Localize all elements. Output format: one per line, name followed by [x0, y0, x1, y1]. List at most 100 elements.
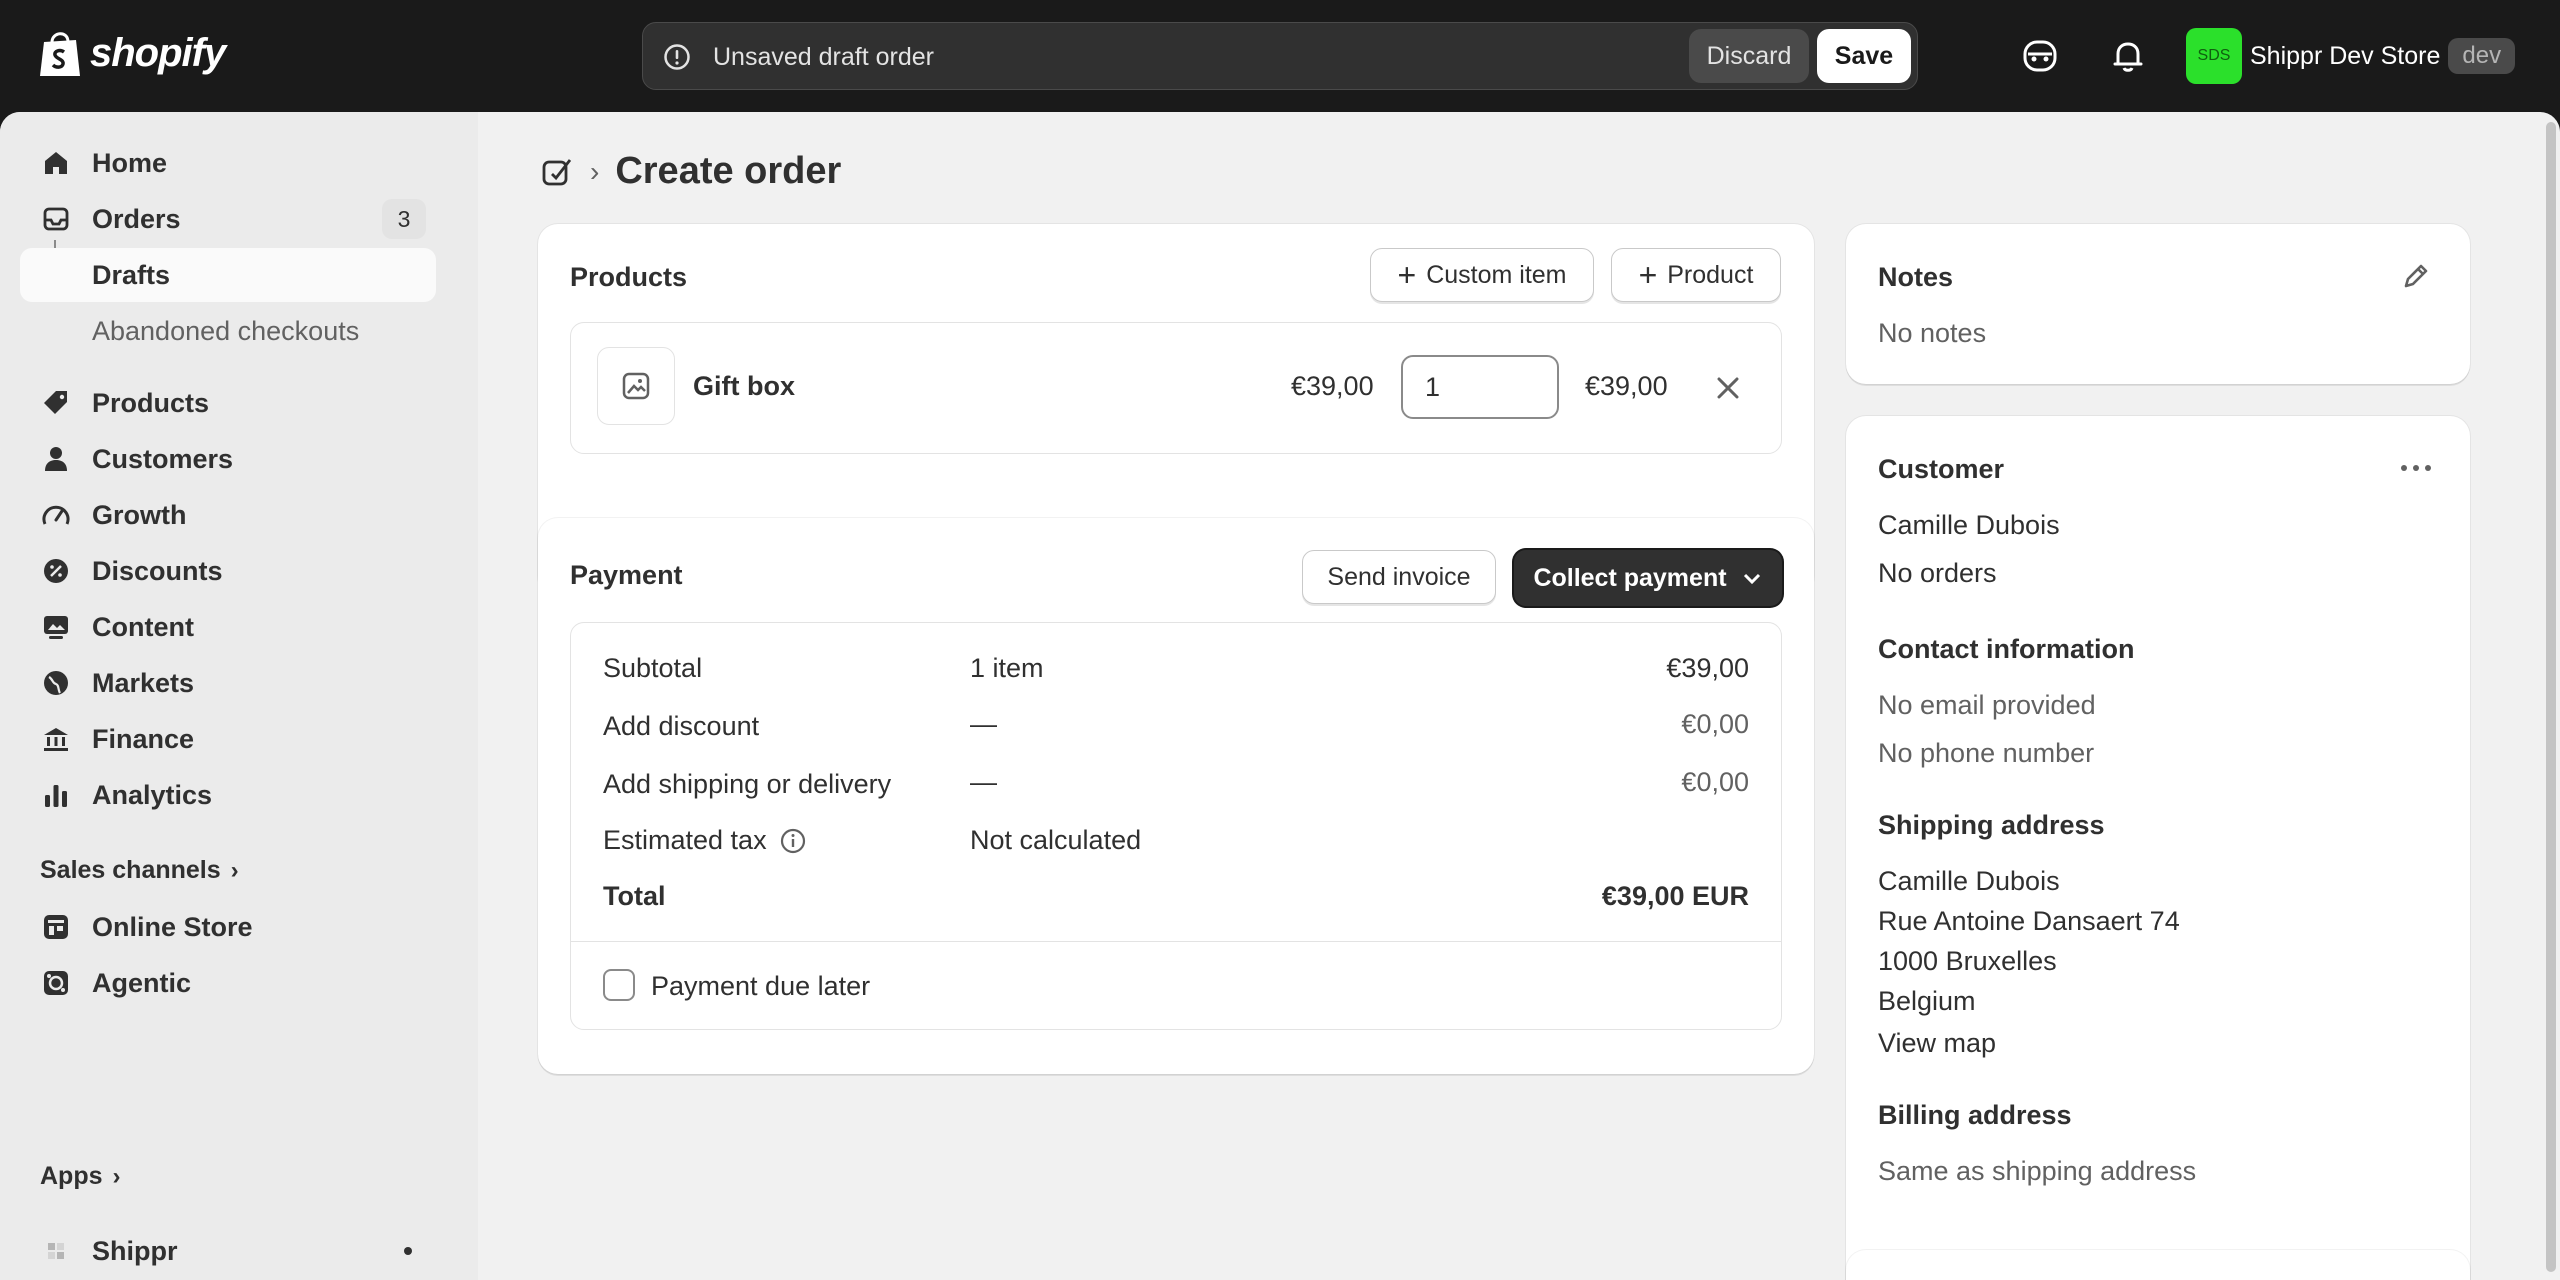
customer-title: Customer [1878, 454, 2005, 484]
contact-email: No email provided [1878, 690, 2096, 720]
close-icon[interactable] [1713, 373, 1743, 403]
notes-title: Notes [1878, 262, 1954, 292]
payment-summary: Subtotal 1 item €39,00 Add discount — €0… [570, 622, 1782, 1030]
bank-icon [44, 728, 68, 751]
sales-channels-heading[interactable]: Sales channels › [40, 856, 239, 885]
line-item-name[interactable]: Gift box [693, 371, 795, 402]
nav-orders[interactable]: Orders 3 [20, 192, 436, 246]
nav-content[interactable]: Content [20, 600, 436, 654]
store-avatar: SDS [2186, 28, 2242, 84]
add-shipping-link[interactable]: Add shipping or delivery [603, 769, 891, 800]
discount-value: €0,00 [1681, 709, 1749, 739]
sales-channels-label: Sales channels [40, 856, 221, 884]
nav-customers[interactable]: Customers [20, 432, 436, 486]
nav-analytics-label: Analytics [92, 779, 213, 810]
nav-home[interactable]: Home [20, 136, 436, 190]
customer-card: Customer Camille Dubois No orders Contac… [1846, 416, 2470, 1280]
nav-shippr-label: Shippr [92, 1235, 178, 1266]
tag-icon [44, 391, 67, 414]
send-invoice-button[interactable]: Send invoice [1302, 550, 1496, 604]
shipping-line: Belgium [1878, 986, 1976, 1016]
sidebar: Home Orders 3 Drafts Abandoned checkouts… [0, 112, 478, 1280]
custom-item-button[interactable]: + Custom item [1370, 248, 1594, 302]
view-map-link[interactable]: View map [1878, 1028, 1996, 1059]
page-title: Create order [615, 150, 842, 192]
payment-due-later-label[interactable]: Payment due later [651, 971, 870, 1002]
nav-home-label: Home [92, 147, 168, 178]
shopify-logo[interactable]: shopify [38, 28, 226, 78]
shipping-dash: — [970, 767, 997, 797]
more-horizontal-icon[interactable] [2398, 460, 2434, 476]
bell-icon[interactable] [2108, 36, 2148, 76]
nav-drafts-label: Drafts [92, 259, 171, 290]
nav-finance[interactable]: Finance [20, 712, 436, 766]
apps-heading[interactable]: Apps › [40, 1162, 121, 1191]
unsaved-message: Unsaved draft order [713, 43, 934, 71]
shipping-value: €0,00 [1681, 767, 1749, 797]
nav-content-label: Content [92, 611, 194, 642]
info-icon[interactable] [779, 827, 807, 855]
custom-item-label: Custom item [1426, 260, 1567, 289]
nav-analytics[interactable]: Analytics [20, 768, 436, 822]
collect-payment-button[interactable]: Collect payment [1514, 550, 1782, 606]
nav-markets[interactable]: Markets [20, 656, 436, 710]
product-label: Product [1667, 260, 1754, 289]
dev-badge: dev [2448, 38, 2516, 74]
quantity-input[interactable]: 1 [1401, 355, 1559, 419]
top-bar: shopify Unsaved draft order Discard Save… [0, 0, 2560, 112]
add-product-button[interactable]: + Product [1611, 248, 1781, 302]
estimated-tax-link[interactable]: Estimated tax [603, 825, 767, 856]
nav-products[interactable]: Products [20, 376, 436, 430]
person-icon [45, 447, 67, 471]
tax-status: Not calculated [970, 825, 1142, 855]
nav-finance-label: Finance [92, 723, 195, 754]
shipping-line: Camille Dubois [1878, 866, 2060, 896]
pencil-icon[interactable] [2400, 260, 2432, 292]
nav-shippr[interactable]: Shippr [20, 1224, 436, 1278]
customer-orders: No orders [1878, 558, 1997, 588]
collect-payment-label: Collect payment [1533, 563, 1727, 592]
pin-dot-icon[interactable] [404, 1247, 412, 1255]
page-scrollbar[interactable] [2546, 122, 2556, 1272]
add-discount-link[interactable]: Add discount [603, 711, 759, 742]
nav-customers-label: Customers [92, 443, 234, 474]
brand-name: shopify [90, 30, 226, 75]
sidekick-icon[interactable] [2020, 36, 2060, 76]
nav-growth[interactable]: Growth [20, 488, 436, 542]
contact-info-title: Contact information [1878, 634, 2135, 664]
nav-discounts-label: Discounts [92, 555, 223, 586]
shipping-address-title: Shipping address [1878, 810, 2105, 840]
orders-edit-icon[interactable] [540, 155, 574, 189]
nav-abandoned-checkouts[interactable]: Abandoned checkouts [20, 304, 436, 358]
payment-title: Payment [570, 560, 683, 590]
nav-online-store[interactable]: Online Store [20, 900, 436, 954]
discount-dash: — [970, 709, 997, 739]
subtotal-label: Subtotal [603, 653, 703, 683]
inbox-icon [43, 207, 69, 231]
nav-products-label: Products [92, 387, 210, 418]
save-button[interactable]: Save [1817, 29, 1911, 83]
main-frame: Home Orders 3 Drafts Abandoned checkouts… [0, 112, 2560, 1280]
customer-name-link[interactable]: Camille Dubois [1878, 510, 2060, 541]
nav-agentic[interactable]: Agentic [20, 956, 436, 1010]
payment-due-later-checkbox[interactable] [603, 969, 635, 1001]
store-switcher[interactable]: SDS Shippr Dev Store dev [2186, 28, 2516, 84]
product-thumbnail [597, 347, 675, 425]
nav-abandoned-label: Abandoned checkouts [92, 315, 360, 346]
billing-value: Same as shipping address [1878, 1156, 2197, 1186]
shipping-line: Rue Antoine Dansaert 74 [1878, 906, 2180, 936]
apps-label: Apps [40, 1162, 103, 1190]
notes-value: No notes [1878, 318, 1987, 348]
line-item-unit-price[interactable]: €39,00 [1291, 371, 1374, 402]
home-icon [45, 152, 67, 174]
alert-circle-icon [664, 44, 690, 70]
discard-button[interactable]: Discard [1689, 29, 1809, 83]
nav-agentic-label: Agentic [92, 967, 192, 998]
nav-markets-label: Markets [92, 667, 195, 698]
nav-discounts[interactable]: Discounts [20, 544, 436, 598]
subtotal-value: €39,00 [1666, 653, 1749, 683]
page-header: › Create order [540, 150, 841, 193]
agentic-icon [44, 971, 68, 995]
nav-drafts[interactable]: Drafts [20, 248, 436, 302]
globe-icon [44, 671, 68, 695]
